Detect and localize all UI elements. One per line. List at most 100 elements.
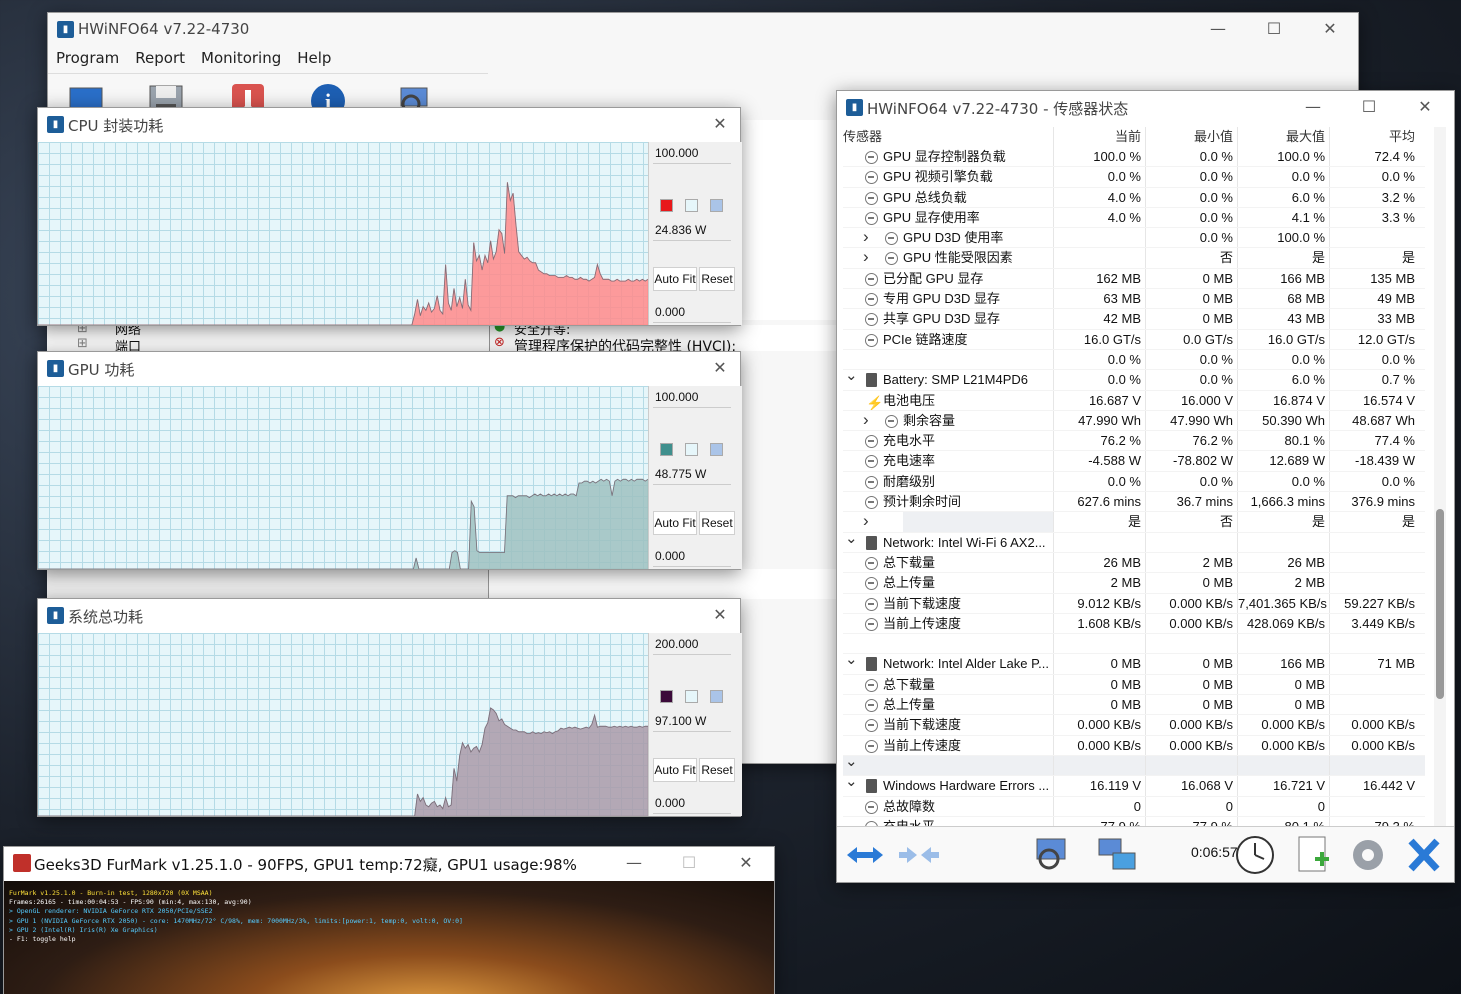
minimize-button[interactable]: —	[616, 851, 652, 875]
sensor-row[interactable]: 总下载量 26 MB 2 MB 26 MB	[843, 552, 1425, 574]
color-swatch-series[interactable]	[660, 443, 673, 456]
expand-arrows-icon[interactable]	[841, 833, 889, 877]
minimize-button[interactable]: —	[1295, 95, 1331, 119]
sensor-row[interactable]: 预计剩余时间 627.6 mins 36.7 mins 1,666.3 mins 376…	[843, 492, 1425, 513]
collapse-chevron-icon[interactable]: ⌄	[845, 370, 858, 386]
sensor-value-min: 76.2 %	[1145, 431, 1237, 451]
header-avg[interactable]: 平均	[1329, 127, 1421, 147]
sensor-row[interactable]: GPU 总线负载 4.0 % 0.0 % 6.0 % 3.2 %	[843, 187, 1425, 208]
collapse-arrows-icon[interactable]	[895, 833, 943, 877]
color-swatch-grid[interactable]	[710, 690, 723, 703]
sensor-row[interactable]: 总上传量 2 MB 0 MB 2 MB	[843, 573, 1425, 594]
sensor-row[interactable]: › 是否是是	[843, 512, 1425, 533]
network-monitor-icon[interactable]	[1027, 833, 1075, 877]
sensor-row[interactable]	[843, 634, 1425, 655]
sensor-row[interactable]: 总上传量 0 MB 0 MB 0 MB	[843, 695, 1425, 716]
auto-fit-button[interactable]: Auto Fit	[653, 267, 697, 291]
color-swatch-background[interactable]	[685, 199, 698, 212]
sensor-row[interactable]: 总下载量 0 MB 0 MB 0 MB	[843, 674, 1425, 696]
sensor-value-cur: 0 MB	[1053, 674, 1145, 695]
settings-gear-icon[interactable]	[1344, 833, 1392, 877]
header-current[interactable]: 当前	[1053, 127, 1145, 147]
graph-area	[38, 707, 648, 816]
auto-fit-button[interactable]: Auto Fit	[653, 758, 697, 782]
scrollbar-thumb[interactable]	[1436, 509, 1444, 699]
reset-button[interactable]: Reset	[699, 511, 735, 535]
log-file-icon[interactable]	[1289, 833, 1337, 877]
sensor-reading-icon	[865, 272, 878, 286]
sensor-row[interactable]: GPU 视频引擎负载 0.0 % 0.0 % 0.0 % 0.0 %	[843, 167, 1425, 188]
sensor-row[interactable]: 总故障数 0 0 0	[843, 796, 1425, 817]
tree-expand-icon[interactable]: ⊞	[77, 336, 88, 351]
sensor-row[interactable]: 当前上传速度 0.000 KB/s 0.000 KB/s 0.000 KB/s 0.00…	[843, 735, 1425, 756]
sensor-row[interactable]: 当前上传速度 1.608 KB/s 0.000 KB/s 428.069 KB/s 3.…	[843, 613, 1425, 635]
close-sensors-icon[interactable]	[1399, 833, 1447, 877]
sensor-row[interactable]: › GPU 性能受限因素否是是	[843, 248, 1425, 269]
color-swatch-grid[interactable]	[710, 443, 723, 456]
vertical-scrollbar[interactable]	[1434, 127, 1446, 861]
header-sensor[interactable]: 传感器	[843, 127, 1053, 147]
close-button[interactable]: ✕	[702, 356, 738, 380]
close-button[interactable]: ✕	[728, 851, 764, 875]
sensor-row[interactable]: 充电速率 -4.588 W -78.802 W 12.689 W -18.439 W	[843, 451, 1425, 472]
graph-max-value: 200.000	[653, 635, 731, 655]
sensor-row[interactable]: PCIe 链路速度 16.0 GT/s 0.0 GT/s 16.0 GT/s 12.0 …	[843, 329, 1425, 350]
auto-fit-button[interactable]: Auto Fit	[653, 511, 697, 535]
sensor-row[interactable]: 充电水平 76.2 % 76.2 % 80.1 % 77.4 %	[843, 431, 1425, 452]
expand-chevron-icon[interactable]: ›	[863, 228, 869, 247]
menu-monitoring[interactable]: Monitoring	[193, 47, 289, 73]
sensor-row[interactable]: 当前下载速度 0.000 KB/s 0.000 KB/s 0.000 KB/s 0.00…	[843, 715, 1425, 736]
sensor-row[interactable]: ⌄ Network: Intel Wi-Fi 6 AX2...	[843, 532, 1425, 553]
sensor-row[interactable]: 当前下载速度 9.012 KB/s 0.000 KB/s 7,401.365 KB/s…	[843, 593, 1425, 614]
maximize-button[interactable]: ☐	[671, 851, 707, 875]
clock-icon[interactable]	[1231, 833, 1279, 877]
header-min[interactable]: 最小值	[1145, 127, 1237, 147]
collapse-chevron-icon[interactable]: ⌄	[845, 654, 858, 670]
sensor-row[interactable]: ⌄ Windows Hardware Errors ... 16.119 V 16.0…	[843, 776, 1425, 797]
sensor-row[interactable]: 已分配 GPU 显存 162 MB 0 MB 166 MB 135 MB	[843, 268, 1425, 290]
sensor-row[interactable]: 专用 GPU D3D 显存 63 MB 0 MB 68 MB 49 MB	[843, 289, 1425, 310]
maximize-button[interactable]: ☐	[1351, 95, 1387, 119]
menu-help[interactable]: Help	[289, 47, 339, 73]
close-button[interactable]: ✕	[1407, 95, 1443, 119]
color-swatch-background[interactable]	[685, 443, 698, 456]
sensor-value-avg: 48.687 Wh	[1329, 410, 1421, 431]
color-swatch-background[interactable]	[685, 690, 698, 703]
sensor-row[interactable]: 耐磨级别 0.0 % 0.0 % 0.0 % 0.0 %	[843, 471, 1425, 493]
minimize-button[interactable]: —	[1200, 17, 1236, 41]
color-swatch-grid[interactable]	[710, 199, 723, 212]
sensor-row[interactable]: ⌄ Battery: SMP L21M4PD6 0.0 % 0.0 % 6.0 % 0.7…	[843, 370, 1425, 391]
sensor-value-min	[1145, 532, 1237, 552]
color-swatch-series[interactable]	[660, 690, 673, 703]
sensor-reading-icon	[865, 496, 878, 510]
menu-report[interactable]: Report	[127, 47, 193, 73]
sensor-row[interactable]: 0.0 % 0.0 % 0.0 % 0.0 %	[843, 349, 1425, 371]
maximize-button[interactable]: ☐	[1256, 17, 1292, 41]
expand-chevron-icon[interactable]: ›	[863, 248, 869, 267]
expand-chevron-icon[interactable]: ›	[863, 411, 869, 430]
reset-button[interactable]: Reset	[699, 758, 735, 782]
network-share-icon[interactable]	[1093, 833, 1141, 877]
sensor-row[interactable]: › 剩余容量 47.990 Wh 47.990 Wh 50.390 Wh 48.687 W…	[843, 410, 1425, 432]
close-button[interactable]: ✕	[702, 603, 738, 627]
collapse-chevron-icon[interactable]: ⌄	[845, 776, 858, 792]
sensor-row[interactable]: › GPU D3D 使用率 0.0 % 100.0 %	[843, 228, 1425, 249]
sensor-row[interactable]: ⚡ 电池电压 16.687 V 16.000 V 16.874 V 16.574 V	[843, 390, 1425, 411]
reset-button[interactable]: Reset	[699, 267, 735, 291]
hwinfo-app-icon: ▮	[47, 360, 64, 377]
sensor-name: GPU 性能受限因素	[903, 250, 1013, 266]
close-button[interactable]: ✕	[1312, 17, 1348, 41]
menu-program[interactable]: Program	[48, 47, 127, 73]
sensor-row[interactable]: ⌄	[843, 755, 1425, 777]
sensor-row[interactable]: ⌄ Network: Intel Alder Lake P... 0 MB 0 MB 1…	[843, 654, 1425, 675]
sensor-row[interactable]: 共享 GPU D3D 显存 42 MB 0 MB 43 MB 33 MB	[843, 309, 1425, 330]
color-swatch-series[interactable]	[660, 199, 673, 212]
sensor-value-min: 0 MB	[1145, 573, 1237, 593]
close-button[interactable]: ✕	[702, 112, 738, 136]
collapse-chevron-icon[interactable]: ⌄	[845, 533, 858, 549]
sensor-row[interactable]: GPU 显存控制器负载 100.0 % 0.0 % 100.0 % 72.4 %	[843, 147, 1425, 168]
sensor-row[interactable]: GPU 显存使用率 4.0 % 0.0 % 4.1 % 3.3 %	[843, 207, 1425, 229]
collapse-chevron-icon[interactable]: ⌄	[845, 756, 858, 772]
expand-chevron-icon[interactable]: ›	[863, 512, 869, 531]
header-max[interactable]: 最大值	[1237, 127, 1329, 147]
